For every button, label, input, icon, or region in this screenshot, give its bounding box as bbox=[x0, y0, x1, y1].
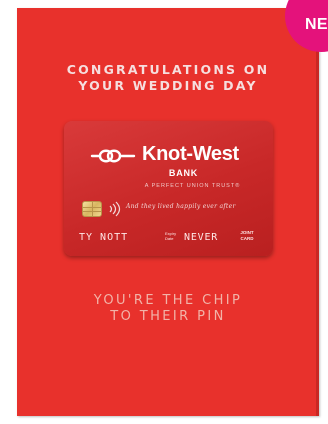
expiry-value: NEVER bbox=[184, 232, 219, 243]
bank-tagline: A PERFECT UNION TRUST® bbox=[144, 183, 241, 189]
punchline-line-2: TO THEIR PIN bbox=[110, 309, 226, 324]
bank-logo: Knot-West bbox=[64, 140, 273, 166]
chip-icon bbox=[82, 201, 102, 217]
headline-line-2: YOUR WEDDING DAY bbox=[78, 78, 258, 93]
expiry-label: Expiry Date bbox=[165, 231, 177, 241]
product-image: CONGRATULATIONS ON YOUR WEDDING DAY Knot… bbox=[0, 0, 328, 424]
card-motto: And they lived happily ever after bbox=[126, 203, 236, 210]
headline-line-1: CONGRATULATIONS ON bbox=[66, 62, 270, 77]
bank-brand-sub: BANK bbox=[168, 168, 199, 178]
cardholder-name: TY NOTT bbox=[79, 232, 129, 243]
contactless-icon bbox=[109, 201, 121, 217]
card-headline: CONGRATULATIONS ON YOUR WEDDING DAY bbox=[17, 62, 319, 94]
new-badge-label: NEW bbox=[305, 16, 328, 33]
card-type-label: JOINT CARD bbox=[240, 230, 254, 241]
bank-card-illustration: Knot-West BANK A PERFECT UNION TRUST® An… bbox=[64, 121, 273, 256]
card-punchline: YOU'RE THE CHIP TO THEIR PIN bbox=[17, 293, 319, 325]
knot-icon bbox=[90, 149, 136, 163]
punchline-line-1: YOU'RE THE CHIP bbox=[93, 293, 243, 308]
greeting-card: CONGRATULATIONS ON YOUR WEDDING DAY Knot… bbox=[17, 8, 319, 416]
bank-brand-name: Knot-West bbox=[142, 143, 239, 165]
